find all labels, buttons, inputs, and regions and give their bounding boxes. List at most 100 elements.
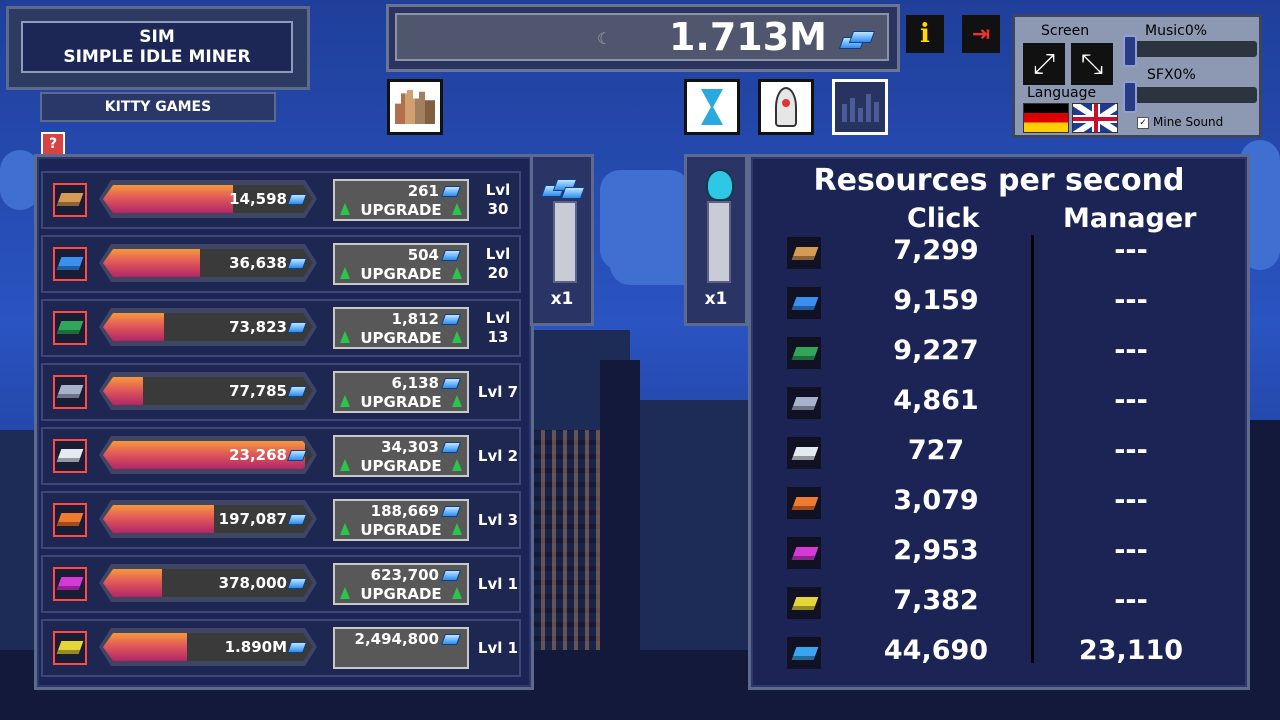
upgrade-label: UPGRADE [360,201,442,219]
click-rate: 7,299 [893,235,979,266]
multiplier-panel-diamond[interactable]: x1 [530,154,594,326]
mineral-icon [53,631,87,665]
production-bar: 36,638 [99,244,317,282]
production-value: 77,785 [229,382,287,400]
manager-header: Manager [1063,203,1197,234]
level-indicator: Lvl 13 [477,307,519,349]
balance-value: 1.713M [668,15,827,59]
production-bar-fill [103,249,200,277]
upgrade-button[interactable]: 1,812 UPGRADE [333,307,469,349]
help-button[interactable]: ? [41,132,65,156]
level-indicator: Lvl 1 [477,563,519,605]
diamond-icon [287,386,307,397]
production-value: 197,087 [218,510,287,528]
upgrade-cost: 623,700 [370,566,439,584]
city-icon[interactable] [387,79,443,135]
resources-panel: Resources per second Click Manager 7,299… [748,154,1250,690]
level-label: Lvl 2 [477,446,519,465]
upgrade-button[interactable]: 34,303 UPGRADE [333,435,469,477]
mineral-icon [787,337,821,369]
level-number: 20 [487,264,509,282]
miner-row: 36,638 504 UPGRADE Lvl 20 [41,235,521,293]
upgrade-button[interactable]: 188,669 UPGRADE [333,499,469,541]
manager-rate: --- [1114,385,1148,416]
multiplier-track[interactable] [707,201,731,283]
production-value: 73,823 [229,318,287,336]
hourglass-icon[interactable] [684,79,740,135]
diamond-icon [440,442,462,453]
diamond-icon [440,314,462,325]
level-indicator: Lvl 30 [477,179,519,221]
publisher-link[interactable]: KITTY GAMES [40,92,276,122]
mine-sound-checkbox[interactable]: ✓ [1137,117,1149,129]
exit-icon[interactable]: ⇥ [962,15,1000,53]
upgrade-button[interactable]: 2,494,800 [333,627,469,669]
production-bar-fill [103,185,233,213]
up-arrow-icon [452,331,462,343]
resource-row: 9,227 --- [751,333,1241,383]
production-value: 23,268 [229,446,287,464]
fullscreen-icon[interactable]: ⤢ [1023,43,1065,85]
miner-row: 197,087 188,669 UPGRADE Lvl 3 [41,491,521,549]
resource-row: 4,861 --- [751,383,1241,433]
music-slider-handle[interactable] [1123,35,1137,67]
resource-row: 2,953 --- [751,533,1241,583]
diamond-stack-icon [838,27,876,51]
upgrade-button[interactable]: 6,138 UPGRADE [333,371,469,413]
upgrade-label: UPGRADE [360,585,442,603]
manager-rate: --- [1114,535,1148,566]
windowed-icon[interactable]: ⤡ [1071,43,1113,85]
sfx-slider-handle[interactable] [1123,81,1137,113]
sfx-slider[interactable] [1123,81,1257,113]
level-label: Lvl [485,245,511,263]
multiplier-label: x1 [550,289,574,309]
upgrade-label: UPGRADE [360,457,442,475]
mineral-icon [787,587,821,619]
diamond-icon [440,186,462,197]
production-bar-fill [103,505,214,533]
sfx-label: SFX0% [1147,67,1196,83]
level-label: Lvl 3 [477,510,519,529]
info-icon[interactable]: i [906,15,944,53]
production-bar-fill [103,569,162,597]
mineral-icon [787,637,821,669]
click-rate: 9,159 [893,285,979,316]
music-slider[interactable] [1123,35,1257,67]
resource-row: 44,690 23,110 [751,633,1241,683]
rocket-icon[interactable] [758,79,814,135]
upgrade-button[interactable]: 504 UPGRADE [333,243,469,285]
up-arrow-icon [452,267,462,279]
uk-flag-icon[interactable] [1072,103,1118,133]
miner-row: 23,268 34,303 UPGRADE Lvl 2 [41,427,521,485]
up-arrow-icon [452,459,462,471]
multiplier-track[interactable] [553,201,577,283]
stats-chart-icon[interactable] [832,79,888,135]
diamond-icon [287,322,307,333]
click-rate: 44,690 [883,635,989,666]
manager-rate: --- [1114,335,1148,366]
level-number: 13 [487,328,509,346]
diamond-icon [287,578,307,589]
click-header: Click [907,203,980,234]
up-arrow-icon [452,203,462,215]
up-arrow-icon [452,395,462,407]
mineral-icon [787,437,821,469]
german-flag-icon[interactable] [1023,103,1069,133]
upgrade-label: UPGRADE [360,329,442,347]
level-number: 30 [487,200,509,218]
mineral-icon [53,567,87,601]
production-bar: 378,000 [99,564,317,602]
production-bar-fill [103,313,164,341]
level-label: Lvl 1 [477,638,519,657]
resource-row: 7,382 --- [751,583,1241,633]
upgrade-button[interactable]: 623,700 UPGRADE [333,563,469,605]
game-title-panel: SIM SIMPLE IDLE MINER [6,6,310,90]
level-label: Lvl 1 [477,574,519,593]
upgrade-button[interactable]: 261 UPGRADE [333,179,469,221]
multiplier-panel-potion[interactable]: x1 [684,154,748,326]
game-title-full: SIMPLE IDLE MINER [63,47,251,67]
click-rate: 9,227 [893,335,979,366]
potion-flask-icon [706,169,734,201]
production-bar: 197,087 [99,500,317,538]
mineral-icon [787,287,821,319]
